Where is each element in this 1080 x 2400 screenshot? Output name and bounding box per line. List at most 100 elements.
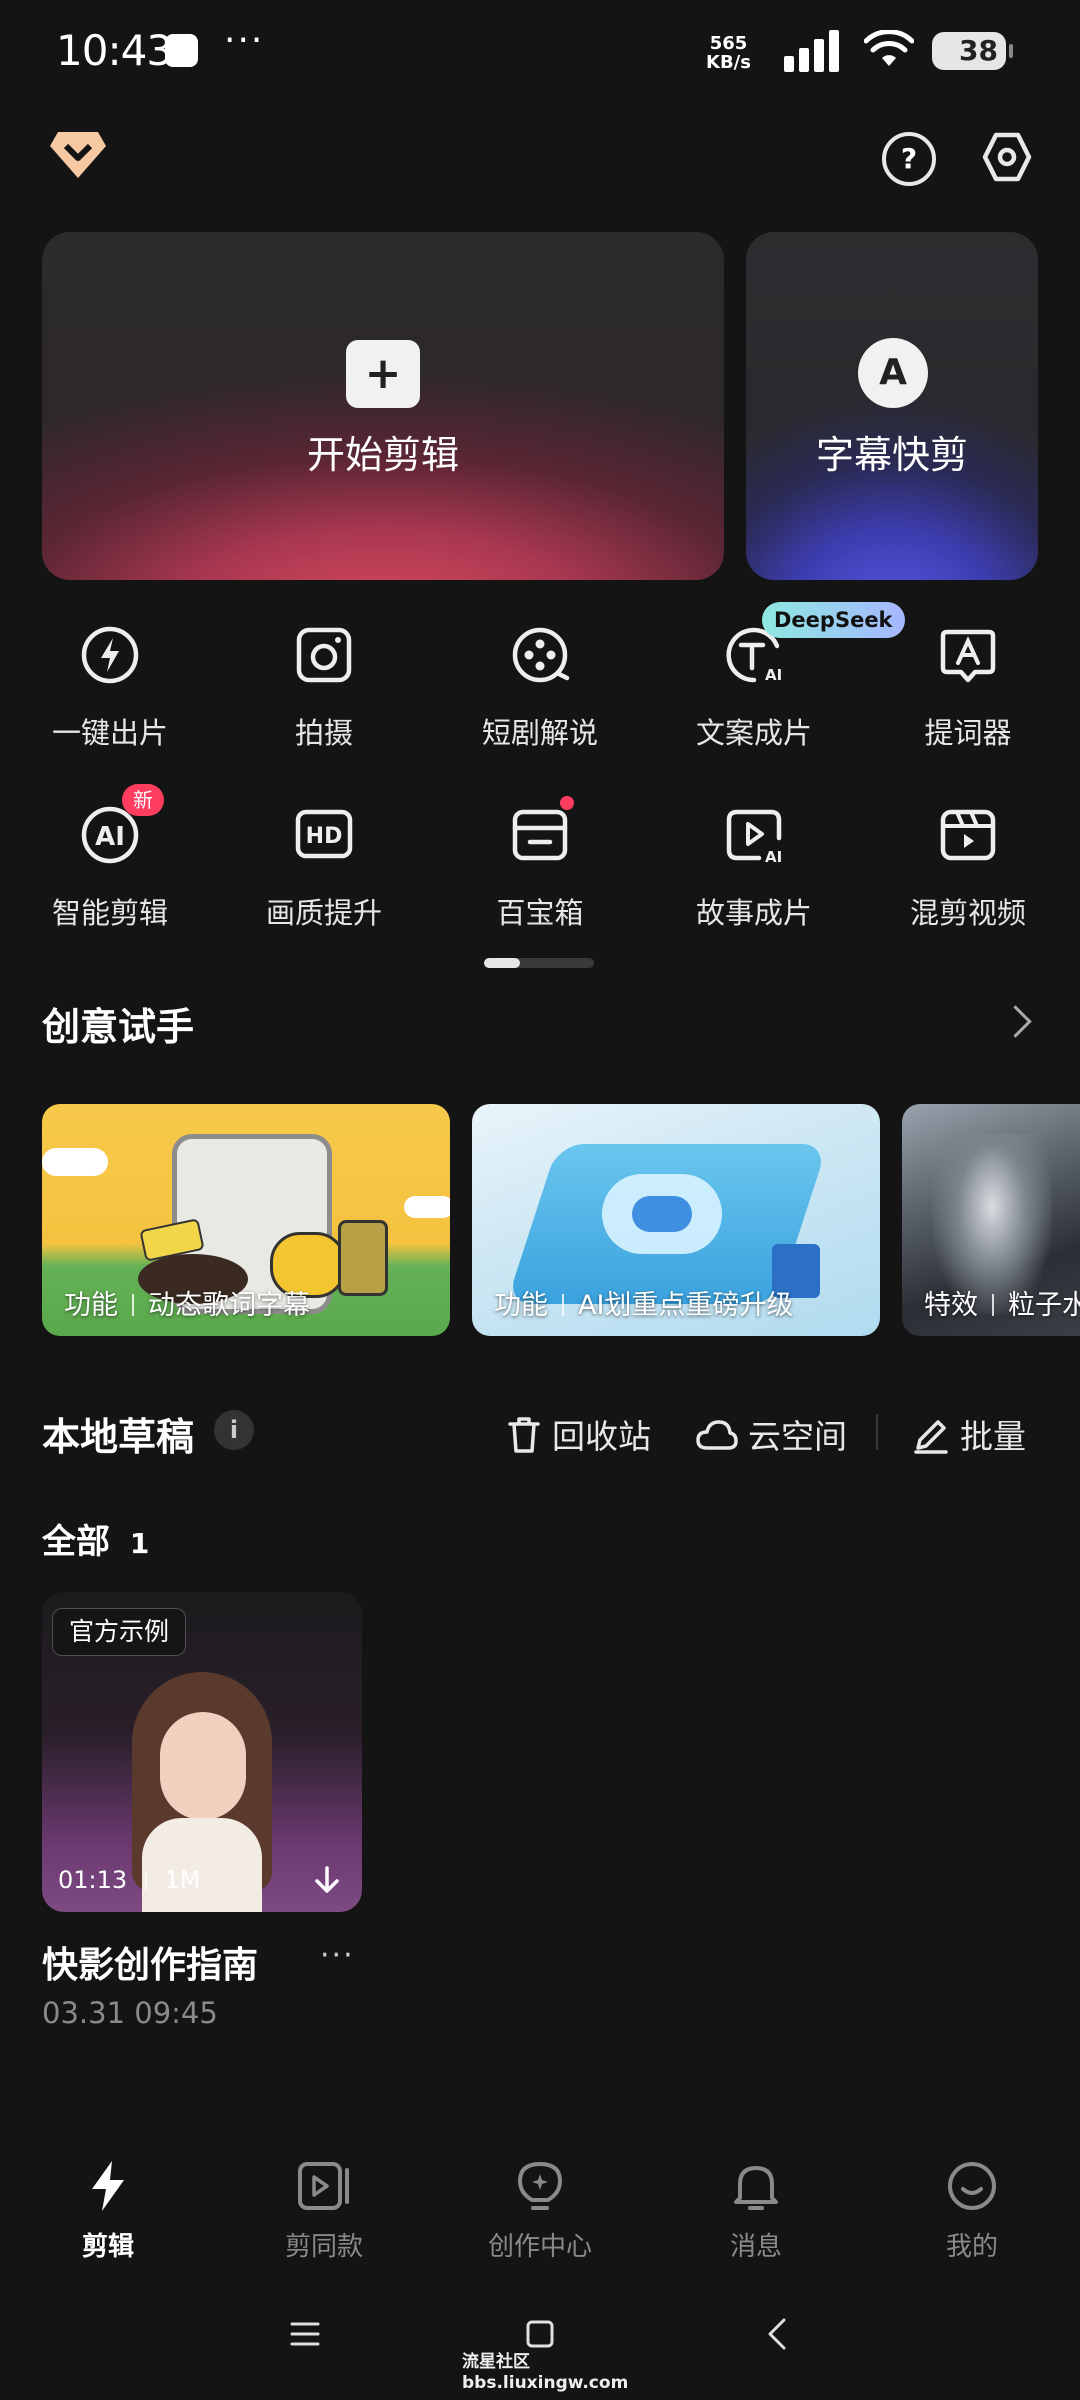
settings-icon[interactable]	[980, 130, 1034, 184]
status-time: 10:43	[56, 26, 173, 75]
recycle-bin-button[interactable]: 回收站	[506, 1410, 651, 1458]
subtitle-a-icon: A	[858, 338, 928, 408]
nav-label: 消息	[729, 2232, 782, 2262]
nav-me[interactable]: 我的	[882, 2158, 1062, 2263]
filter-all-label: 全部	[42, 1522, 110, 1562]
subtitle-quick-edit-card[interactable]: A 字幕快剪	[746, 232, 1038, 580]
svg-text:HD: HD	[306, 824, 343, 849]
bolt-icon	[92, 2161, 124, 2211]
nav-edit[interactable]: 剪辑	[18, 2158, 198, 2263]
filter-all[interactable]: 全部 1	[42, 1514, 149, 1563]
back-icon[interactable]	[766, 2318, 788, 2350]
tool-label: 故事成片	[695, 896, 812, 930]
wifi-icon	[864, 30, 914, 66]
divider	[876, 1414, 878, 1450]
nav-label: 我的	[945, 2232, 998, 2262]
tool-label: 文案成片	[695, 716, 812, 750]
more-options-icon[interactable]: ···	[320, 1938, 355, 1973]
cloud-decoration	[404, 1196, 450, 1218]
menu-icon[interactable]	[290, 2320, 320, 2348]
tool-quality-enhance[interactable]: HD 画质提升	[216, 800, 432, 932]
promo-card-lyrics[interactable]: 功能 动态歌词字幕	[42, 1104, 450, 1336]
batch-edit-label: 批量	[960, 1417, 1026, 1456]
nav-messages[interactable]: 消息	[666, 2158, 846, 2263]
trash-icon	[508, 1417, 540, 1453]
cloud-icon	[696, 1420, 738, 1450]
promo-card-ai-highlight[interactable]: 功能 AI划重点重磅升级	[472, 1104, 880, 1336]
notification-icon	[165, 34, 198, 67]
svg-text:AI: AI	[765, 848, 782, 866]
batch-edit-button[interactable]: 批量	[912, 1410, 1026, 1458]
chevron-right-icon[interactable]	[999, 1005, 1032, 1038]
tool-label: 短剧解说	[481, 716, 598, 750]
promo-card-particle[interactable]: 特效 粒子水	[902, 1104, 1080, 1336]
draft-thumbnail[interactable]: 官方示例 01:13 1M	[42, 1592, 362, 1912]
hd-icon: HD	[295, 809, 353, 859]
nav-template[interactable]: 剪同款	[234, 2158, 414, 2263]
tool-label: 提词器	[924, 716, 1012, 750]
face-illustration	[160, 1712, 246, 1820]
creative-section-title: 创意试手	[42, 1005, 195, 1049]
local-drafts-title: 本地草稿	[42, 1415, 195, 1459]
nav-creation-center[interactable]: 创作中心	[450, 2158, 630, 2263]
prompter-icon	[940, 629, 996, 683]
tool-label: 智能剪辑	[51, 896, 168, 930]
tool-text-to-video[interactable]: AI 文案成片	[646, 620, 862, 752]
more-notifications-icon: ···	[224, 20, 265, 61]
svg-text:AI: AI	[765, 666, 782, 684]
tool-label: 百宝箱	[496, 896, 584, 930]
tool-teleprompter[interactable]: 提词器	[860, 620, 1076, 752]
tool-label: 一键出片	[51, 716, 168, 750]
info-icon[interactable]: i	[214, 1410, 254, 1450]
promo-tag: 特效 粒子水	[924, 1290, 1080, 1321]
download-icon[interactable]	[312, 1864, 342, 1896]
nav-label: 创作中心	[487, 2232, 592, 2262]
tool-smart-edit[interactable]: AI 智能剪辑	[2, 800, 218, 932]
nav-label: 剪辑	[81, 2232, 134, 2262]
notification-dot	[560, 796, 574, 810]
smile-face-icon	[948, 2162, 996, 2210]
start-edit-card[interactable]: + 开始剪辑	[42, 232, 724, 580]
cloud-decoration	[42, 1148, 108, 1176]
draft-title: 快影创作指南	[42, 1945, 259, 1986]
bell-icon	[734, 2166, 778, 2210]
lightning-circle-icon	[81, 626, 139, 684]
signal-icon	[784, 30, 839, 72]
watermark: 流星社区 bbs.liuxingw.com	[462, 2352, 629, 2393]
lightbulb-icon	[518, 2162, 562, 2210]
tool-camera[interactable]: 拍摄	[216, 620, 432, 752]
official-example-tag: 官方示例	[52, 1608, 187, 1656]
tools-pager-thumb	[484, 958, 520, 968]
camera-icon	[296, 627, 352, 683]
nav-label: 剪同款	[284, 2232, 363, 2262]
diamond-logo-icon[interactable]	[48, 128, 108, 180]
dress-illustration	[142, 1818, 262, 1912]
film-reel-icon	[512, 627, 570, 683]
tool-one-click-video[interactable]: 一键出片	[2, 620, 218, 752]
draft-meta: 01:13 1M	[58, 1866, 201, 1894]
recycle-bin-label: 回收站	[552, 1417, 651, 1456]
story-ai-icon: AI	[726, 809, 782, 866]
tool-remix-video[interactable]: 混剪视频	[860, 800, 1076, 932]
tool-label: 混剪视频	[909, 896, 1026, 930]
plus-icon: +	[346, 340, 420, 408]
promo-tag: 功能 动态歌词字幕	[64, 1290, 310, 1321]
subtitle-quick-edit-label: 字幕快剪	[815, 433, 968, 477]
home-icon[interactable]	[526, 2320, 554, 2348]
filter-all-count: 1	[129, 1527, 150, 1560]
battery-indicator: 38	[932, 32, 1013, 70]
tool-label: 画质提升	[265, 896, 382, 930]
cloud-space-button[interactable]: 云空间	[696, 1410, 847, 1458]
toolbox-icon	[512, 809, 568, 861]
tool-toolbox[interactable]: 百宝箱	[432, 800, 648, 932]
new-badge: 新	[122, 784, 164, 816]
pencil-icon	[914, 1420, 948, 1454]
tool-story-video[interactable]: AI 故事成片	[646, 800, 862, 932]
logo-illustration	[632, 1196, 692, 1232]
tool-label: 拍摄	[294, 716, 353, 750]
promo-tag: 功能 AI划重点重磅升级	[494, 1290, 794, 1321]
svg-text:AI: AI	[95, 822, 125, 852]
help-icon[interactable]: ?	[882, 132, 936, 186]
template-play-icon	[298, 2162, 349, 2210]
tool-short-drama[interactable]: 短剧解说	[432, 620, 648, 752]
